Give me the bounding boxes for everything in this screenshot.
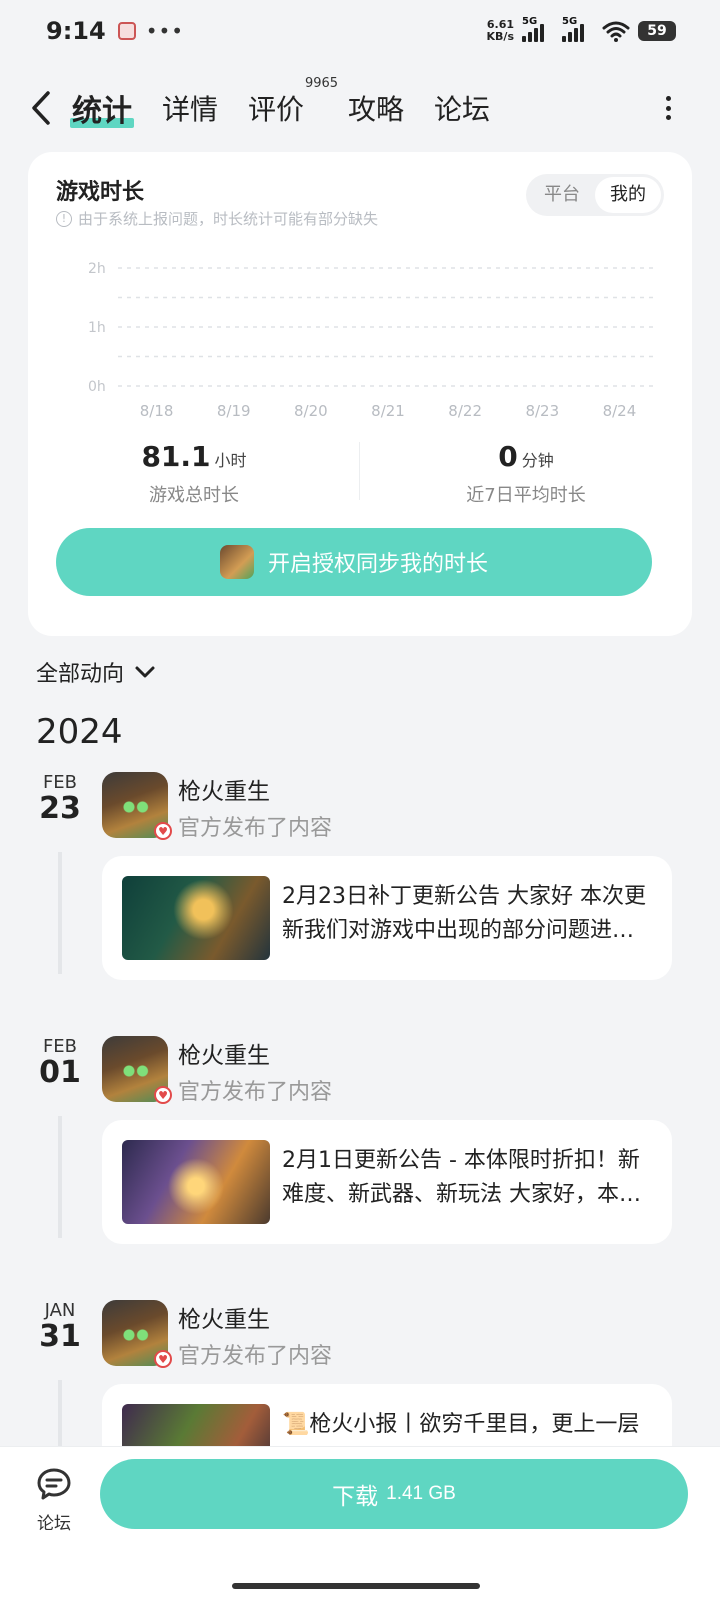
sync-playtime-label: 开启授权同步我的时长 [267, 551, 488, 576]
entry-day: 23 [39, 791, 81, 826]
post-thumbnail [122, 876, 270, 960]
post-thumbnail [122, 1140, 270, 1224]
official-badge-icon: ♥ [154, 1350, 172, 1368]
home-indicator[interactable] [232, 1583, 480, 1589]
activity-filter-label: 全部动向 [36, 662, 125, 687]
forum-button[interactable]: 论坛 [30, 1467, 78, 1534]
signal-label: 5G [562, 16, 578, 27]
chart-y-tick: 2h [88, 261, 106, 277]
entry-day: 01 [39, 1055, 81, 1090]
more-options-icon[interactable] [666, 96, 672, 120]
entry-date: JAN 31 [30, 1300, 90, 1354]
game-avatar[interactable]: ♥ [102, 1036, 172, 1104]
entry-subtitle: 官方发布了内容 [178, 816, 333, 841]
playtime-card: 游戏时长 ! 由于系统上报问题，时长统计可能有部分缺失 平台 我的 2h 1h 0h… [28, 152, 692, 636]
chart-x-tick: 8/21 [371, 402, 405, 420]
entry-date: FEB 23 [30, 772, 90, 826]
download-size: 1.41 GB [386, 1483, 456, 1504]
signal-icon: 5G [562, 16, 594, 42]
playtime-chart: 2h 1h 0h 8/18 8/19 8/20 8/21 8/22 8/23 8/24 [88, 261, 658, 420]
post-text: 2月1日更新公告 - 本体限时折扣！新难度、新武器、新玩法 大家好，本次更新内容… [282, 1148, 641, 1207]
chart-x-tick: 8/20 [294, 402, 328, 420]
wifi-icon [602, 21, 630, 42]
game-icon [219, 545, 254, 579]
sync-playtime-button[interactable]: 开启授权同步我的时长 [56, 528, 652, 596]
signal-icon: 5G [522, 16, 554, 42]
tab-bar: 统计 详情 评价 9965 攻略 论坛 [70, 76, 520, 130]
post-text: 2月23日补丁更新公告 大家好 本次更新我们对游戏中出现的部分问题进行了修复 [282, 884, 656, 943]
entry-subtitle: 官方发布了内容 [178, 1344, 333, 1369]
playtime-note: ! 由于系统上报问题，时长统计可能有部分缺失 [56, 208, 378, 229]
game-name[interactable]: 枪火重生 [178, 1300, 270, 1334]
net-speed-unit: KB/s [486, 30, 514, 43]
forum-chat-icon [37, 1468, 71, 1500]
game-avatar[interactable]: ♥ [102, 772, 172, 840]
bottom-action-bar: 论坛 下载 1.41 GB [0, 1446, 720, 1600]
chart-x-tick: 8/24 [603, 402, 637, 420]
activity-filter[interactable]: 全部动向 [36, 656, 156, 688]
entry-month: JAN [44, 1300, 76, 1321]
metric-divider [359, 442, 360, 500]
avg-playtime: 0 分钟 近7日平均时长 [360, 440, 692, 510]
review-count-badge: 9965 [304, 76, 339, 91]
game-avatar[interactable]: ♥ [102, 1300, 172, 1368]
signal-label: 5G [522, 16, 538, 27]
toggle-platform[interactable]: 平台 [529, 177, 595, 213]
total-playtime-unit: 小时 [214, 451, 247, 470]
chevron-down-icon [135, 666, 155, 678]
toggle-mine[interactable]: 我的 [595, 177, 661, 213]
notification-app-icon [117, 22, 136, 40]
tab-details[interactable]: 详情 [162, 88, 218, 128]
tab-stats[interactable]: 统计 [70, 86, 134, 130]
playtime-metrics: 81.1 小时 游戏总时长 0 分钟 近7日平均时长 [28, 440, 692, 510]
avg-playtime-unit: 分钟 [521, 451, 554, 470]
tab-reviews[interactable]: 评价 9965 [248, 76, 338, 128]
entry-month: FEB [42, 772, 78, 793]
chart-y-tick: 0h [88, 379, 106, 395]
playtime-note-text: 由于系统上报问题，时长统计可能有部分缺失 [78, 210, 379, 228]
source-toggle: 平台 我的 [526, 174, 664, 216]
entry-subtitle: 官方发布了内容 [178, 1080, 333, 1105]
entry-month: FEB [42, 1036, 78, 1057]
back-icon[interactable] [30, 88, 60, 128]
entry-day: 31 [39, 1319, 81, 1354]
tab-forum[interactable]: 论坛 [434, 88, 490, 128]
year-heading: 2024 [36, 712, 123, 752]
chart-x-tick: 8/19 [217, 402, 251, 420]
chart-x-tick: 8/22 [448, 402, 482, 420]
timeline-line [58, 852, 62, 974]
avg-playtime-value: 0 [498, 440, 518, 473]
total-playtime: 81.1 小时 游戏总时长 [28, 440, 360, 510]
download-button[interactable]: 下载 1.41 GB [100, 1459, 688, 1529]
info-icon: ! [56, 210, 72, 227]
playtime-title: 游戏时长 [56, 180, 145, 205]
forum-label: 论坛 [37, 1514, 71, 1534]
tab-reviews-label: 评价 [248, 93, 305, 126]
more-notifications-icon: ••• [145, 19, 185, 43]
game-name[interactable]: 枪火重生 [178, 772, 270, 806]
game-name[interactable]: 枪火重生 [178, 1036, 270, 1070]
post-card[interactable]: 2月1日更新公告 - 本体限时折扣！新难度、新武器、新玩法 大家好，本次更新内容… [102, 1120, 672, 1244]
entry-date: FEB 01 [30, 1036, 90, 1090]
chart-x-tick: 8/23 [525, 402, 559, 420]
download-label: 下载 [332, 1483, 379, 1509]
total-playtime-label: 游戏总时长 [149, 485, 239, 506]
official-badge-icon: ♥ [154, 1086, 172, 1104]
battery-icon: 59 [638, 21, 676, 41]
official-badge-icon: ♥ [154, 822, 172, 840]
status-bar: 9:14 ••• 6.61 KB/s 5G 5G 59 [0, 0, 720, 62]
top-nav: 统计 详情 评价 9965 攻略 论坛 [0, 76, 720, 136]
avg-playtime-label: 近7日平均时长 [466, 485, 586, 506]
network-speed: 6.61 KB/s [487, 19, 514, 43]
tab-guides[interactable]: 攻略 [348, 88, 404, 128]
post-card[interactable]: 2月23日补丁更新公告 大家好 本次更新我们对游戏中出现的部分问题进行了修复 [102, 856, 672, 980]
timeline-line [58, 1116, 62, 1238]
chart-x-tick: 8/18 [140, 402, 174, 420]
battery-level: 59 [647, 23, 667, 39]
chart-y-tick: 1h [88, 320, 106, 336]
status-time: 9:14 [46, 17, 106, 45]
total-playtime-value: 81.1 [141, 440, 211, 473]
